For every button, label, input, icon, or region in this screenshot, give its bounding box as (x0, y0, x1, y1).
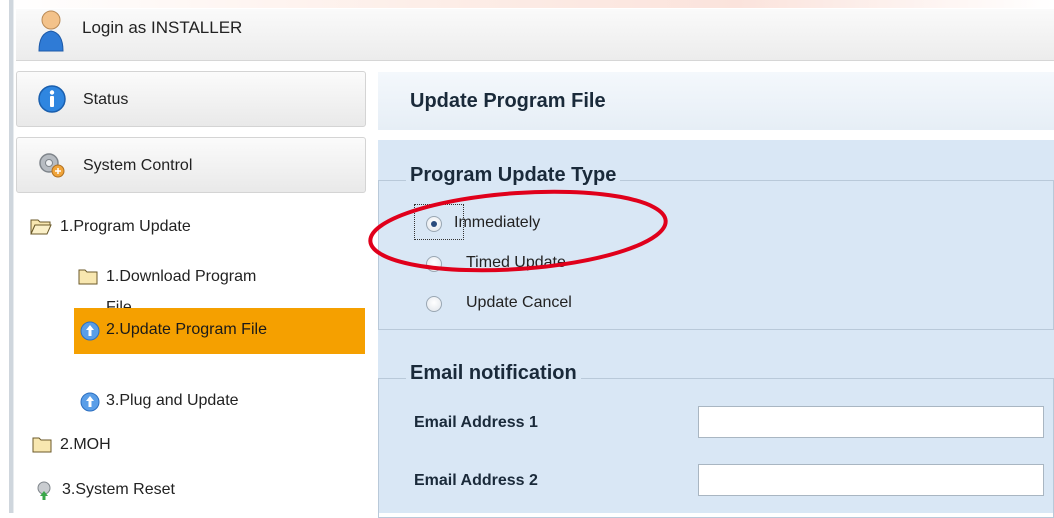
tree-item-label: 3.Plug and Update (106, 392, 239, 409)
radio-button[interactable] (426, 296, 442, 312)
radio-label: Immediately (454, 214, 541, 231)
email-address-2-label: Email Address 2 (414, 472, 538, 489)
info-icon (38, 85, 66, 113)
email-notification-legend: Email notification (406, 362, 581, 385)
radio-button[interactable] (426, 256, 442, 272)
tree-item-label: 3.System Reset (62, 481, 175, 498)
sidebar-item-label: Status (83, 91, 129, 108)
tree-item-label: 2.MOH (60, 436, 111, 453)
update-icon (80, 321, 100, 341)
email-address-2-field[interactable] (698, 464, 1044, 496)
email-address-1-field[interactable] (698, 406, 1044, 438)
radio-label: Timed Update (466, 254, 566, 271)
sidebar: Status System Control 1.Program Update 1… (16, 71, 366, 513)
folder-open-icon (30, 219, 52, 235)
background-tint (0, 0, 1054, 8)
email-notification-group (378, 378, 1054, 518)
login-bar: Login as INSTALLER (16, 9, 1054, 61)
main-panel: Program Update Type Immediately Timed Up… (378, 140, 1054, 518)
reset-icon (37, 481, 51, 500)
tree-item-label-line1: 1.Download Program (106, 268, 257, 285)
sidebar-item-system-control[interactable]: System Control (16, 137, 366, 193)
folder-icon (78, 269, 98, 285)
sidebar-item-label: System Control (83, 157, 193, 174)
folder-icon (32, 437, 52, 453)
program-update-type-legend: Program Update Type (406, 164, 621, 187)
page-title: Update Program File (410, 90, 606, 112)
gear-icon (39, 153, 65, 178)
main-header: Update Program File (378, 72, 1054, 130)
sidebar-item-status[interactable]: Status (16, 71, 366, 127)
radio-label: Update Cancel (466, 294, 572, 311)
tree-item-update-program-file[interactable]: 2.Update Program File (74, 308, 365, 354)
focus-indicator (414, 204, 464, 240)
login-status-text: Login as INSTALLER (82, 18, 243, 37)
email-address-1-label: Email Address 1 (414, 414, 538, 431)
user-icon (38, 10, 64, 52)
left-rail (9, 0, 14, 513)
tree-item-label: 1.Program Update (60, 218, 191, 235)
update-icon (80, 392, 100, 412)
tree-item-label: 2.Update Program File (106, 321, 267, 338)
